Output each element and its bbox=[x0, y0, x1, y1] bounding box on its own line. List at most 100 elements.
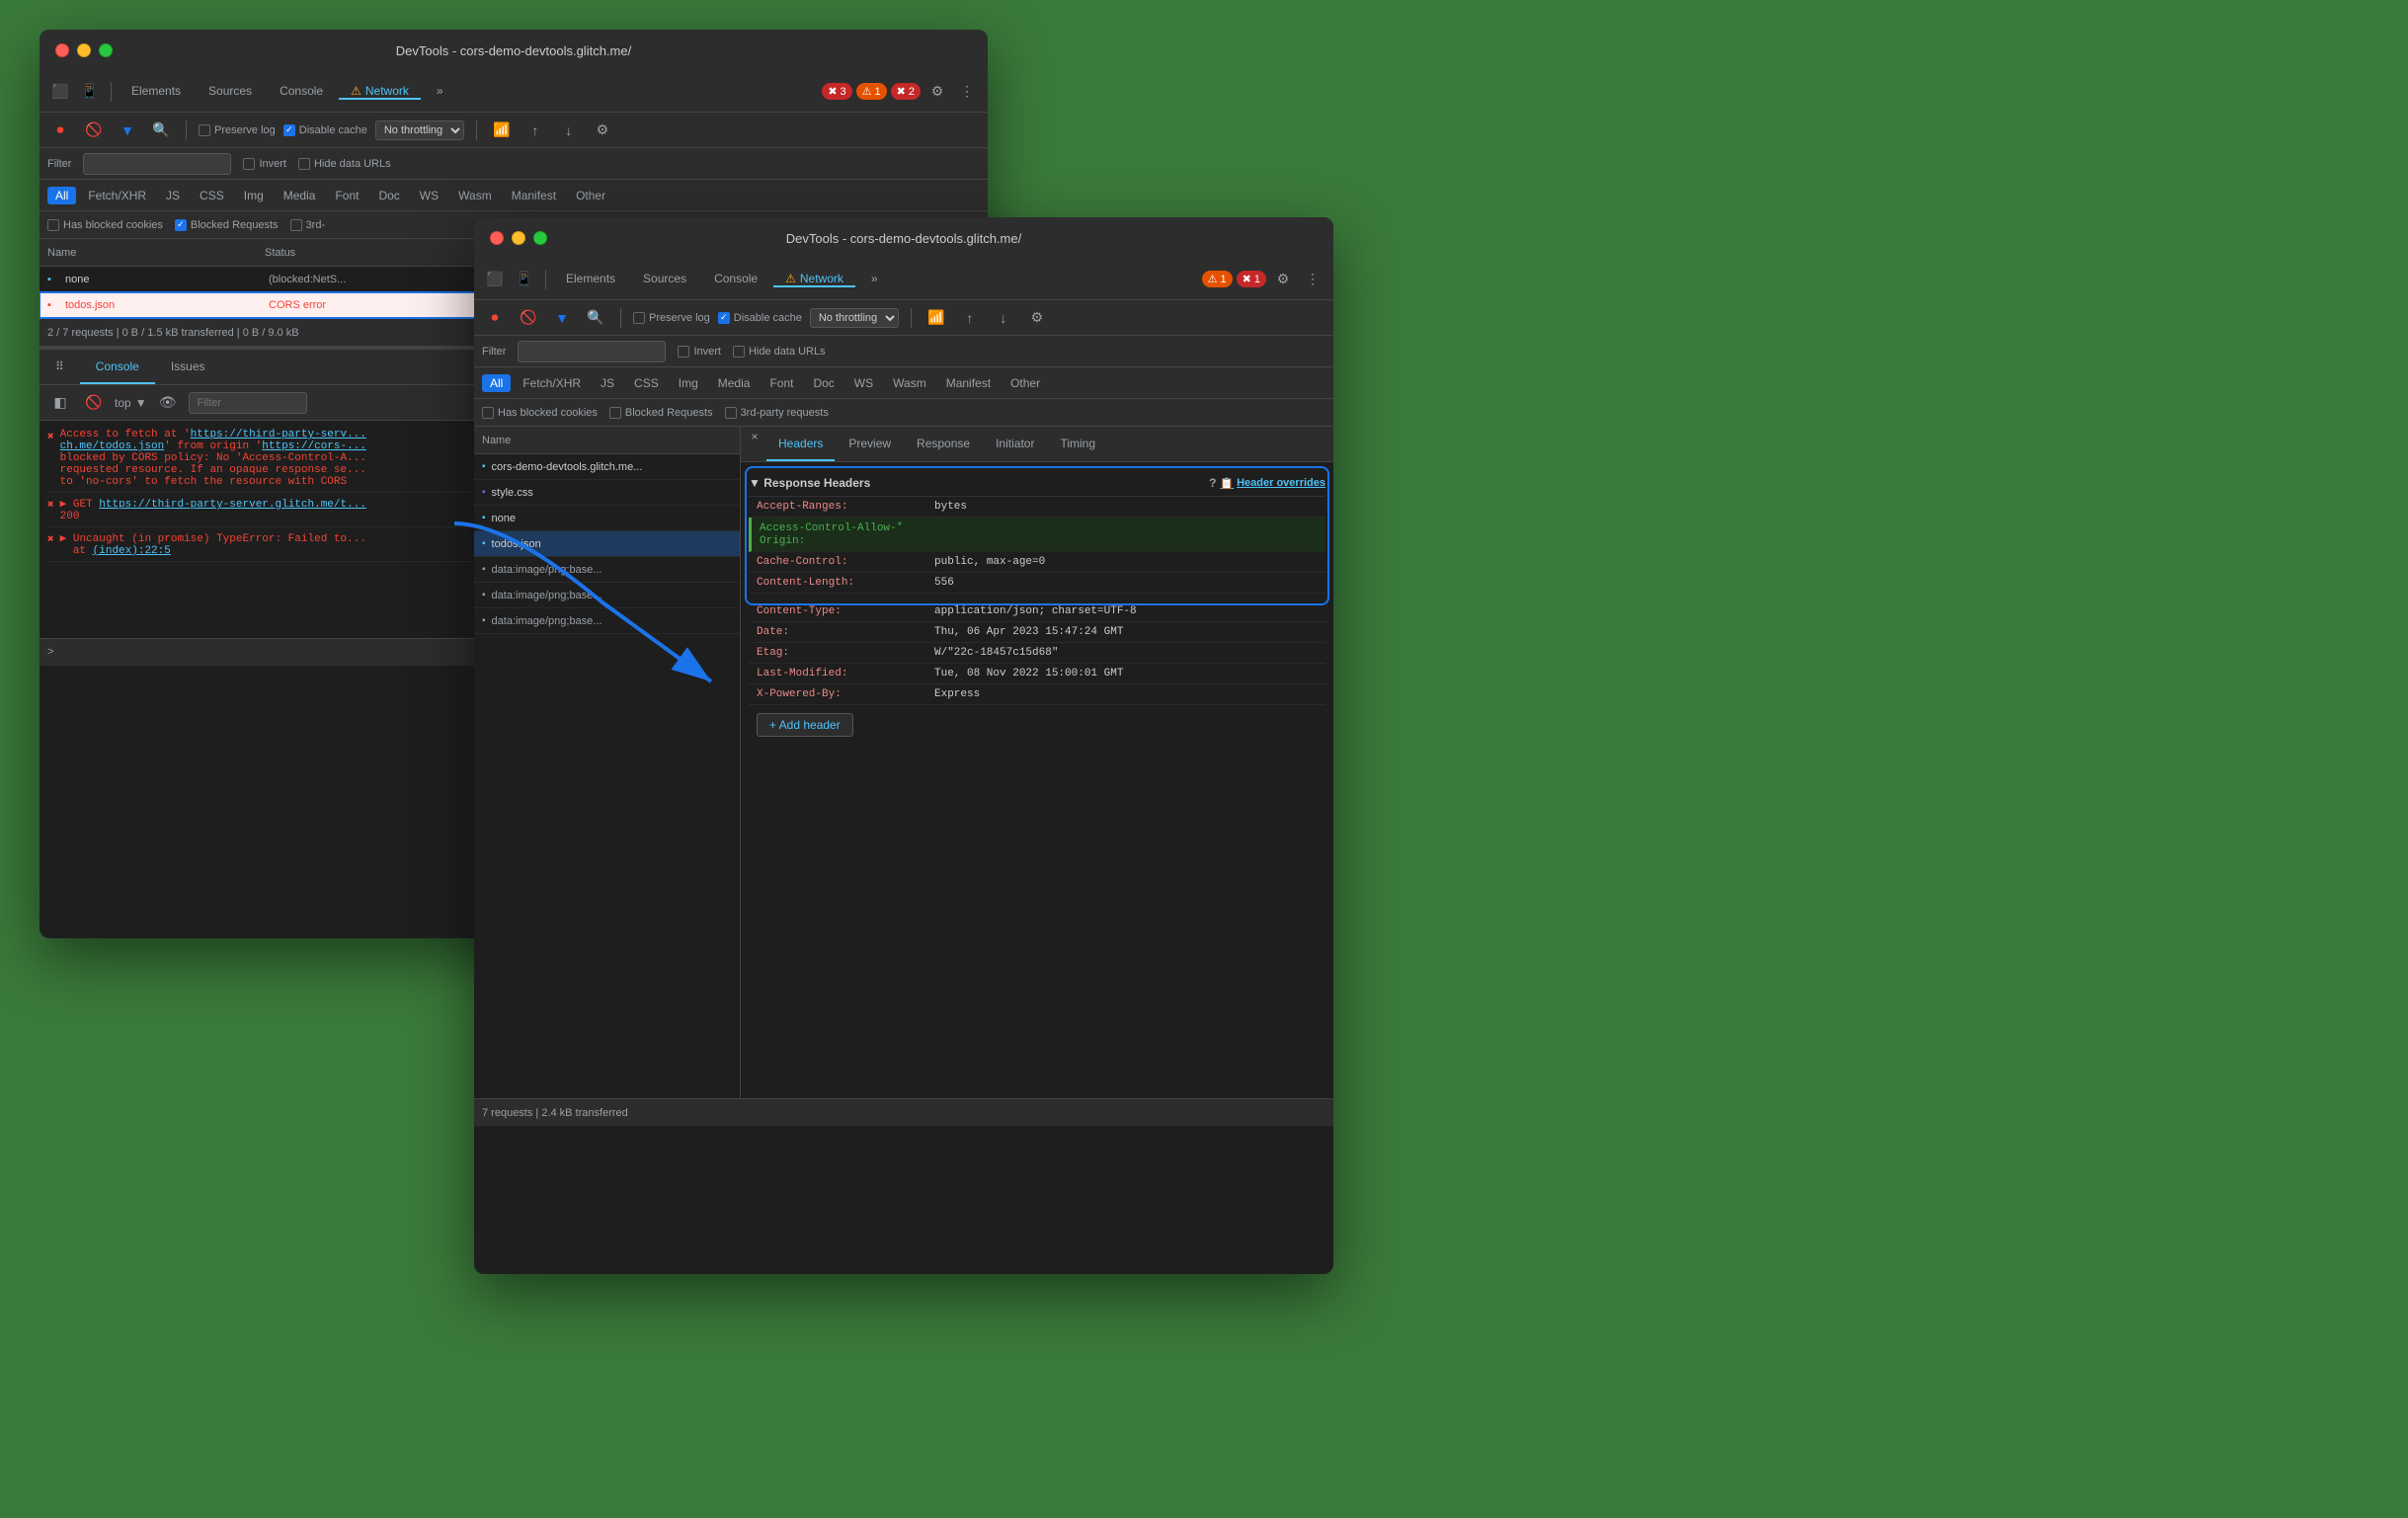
minimize-button-1[interactable] bbox=[77, 43, 91, 57]
settings-icon-2[interactable]: ⚙ bbox=[1270, 267, 1296, 292]
table-row[interactable]: ▪ cors-demo-devtools.glitch.me... bbox=[474, 454, 740, 480]
table-row[interactable]: ▪ data:image/png;base... bbox=[474, 557, 740, 583]
question-icon[interactable]: ? bbox=[1209, 476, 1216, 490]
filter-fetchxhr-2[interactable]: Fetch/XHR bbox=[515, 374, 589, 392]
wifi-icon-2[interactable]: 📶 bbox=[923, 305, 949, 331]
maximize-button-2[interactable] bbox=[533, 231, 547, 245]
context-selector-1[interactable]: top ▼ bbox=[115, 396, 147, 410]
table-row[interactable]: ▪ style.css bbox=[474, 480, 740, 506]
get-link-1[interactable]: https://third-party-server.glitch.me/t..… bbox=[99, 499, 366, 511]
filter-icon-2[interactable]: ▼ bbox=[549, 305, 575, 331]
tab-network-2[interactable]: ⚠ Network bbox=[773, 272, 855, 287]
tab-response[interactable]: Response bbox=[905, 427, 982, 461]
filter-doc-2[interactable]: Doc bbox=[805, 374, 842, 392]
filter-ws-1[interactable]: WS bbox=[412, 187, 446, 204]
upload-icon-1[interactable]: ↑ bbox=[522, 118, 548, 143]
filter-manifest-2[interactable]: Manifest bbox=[938, 374, 999, 392]
header-overrides-link[interactable]: 📋 Header overrides bbox=[1220, 477, 1325, 490]
tab-console-2[interactable]: Console bbox=[702, 272, 769, 287]
cors-link-1[interactable]: https://third-party-serv... bbox=[191, 429, 366, 440]
search-icon-1[interactable]: 🔍 bbox=[148, 118, 174, 143]
has-blocked-checkbox-2[interactable]: Has blocked cookies bbox=[482, 407, 598, 419]
stop-recording-1[interactable]: ⏺ bbox=[47, 118, 73, 143]
tab-sources-2[interactable]: Sources bbox=[631, 272, 698, 287]
blocked-requests-checkbox-1[interactable]: ✓ Blocked Requests bbox=[175, 219, 279, 231]
import-settings-2[interactable]: ⚙ bbox=[1024, 305, 1050, 331]
tab-console-1[interactable]: Console bbox=[268, 84, 335, 100]
tab-headers[interactable]: Headers bbox=[766, 427, 835, 461]
console-eye-icon-1[interactable]: 👁 bbox=[155, 390, 181, 416]
filter-icon-1[interactable]: ▼ bbox=[115, 118, 140, 143]
disable-cache-checkbox-2[interactable]: ✓ Disable cache bbox=[718, 312, 802, 324]
console-sidebar-icon-1[interactable]: ◧ bbox=[47, 390, 73, 416]
filter-doc-1[interactable]: Doc bbox=[370, 187, 407, 204]
minimize-button-2[interactable] bbox=[512, 231, 525, 245]
filter-img-2[interactable]: Img bbox=[671, 374, 706, 392]
download-icon-1[interactable]: ↓ bbox=[556, 118, 582, 143]
close-button-1[interactable] bbox=[55, 43, 69, 57]
filter-input-1[interactable] bbox=[83, 153, 231, 175]
tab-initiator[interactable]: Initiator bbox=[984, 427, 1046, 461]
has-blocked-checkbox-1[interactable]: Has blocked cookies bbox=[47, 219, 163, 231]
console-clear-icon-1[interactable]: 🚫 bbox=[81, 390, 107, 416]
upload-icon-2[interactable]: ↑ bbox=[957, 305, 983, 331]
third-party-checkbox-1[interactable]: 3rd- bbox=[290, 219, 326, 231]
filter-wasm-1[interactable]: Wasm bbox=[450, 187, 500, 204]
tab-preview[interactable]: Preview bbox=[837, 427, 903, 461]
tab-console-panel-1[interactable]: Console bbox=[80, 350, 155, 384]
mobile-icon-2[interactable]: 📱 bbox=[512, 267, 537, 292]
settings-icon-1[interactable]: ⚙ bbox=[924, 79, 950, 105]
disable-cache-checkbox-1[interactable]: ✓ Disable cache bbox=[283, 124, 367, 136]
hide-data-checkbox-2[interactable]: Hide data URLs bbox=[733, 346, 826, 358]
filter-font-2[interactable]: Font bbox=[762, 374, 801, 392]
cursor-icon[interactable]: ⬛ bbox=[47, 79, 73, 105]
filter-css-2[interactable]: CSS bbox=[626, 374, 667, 392]
wifi-icon-1[interactable]: 📶 bbox=[489, 118, 515, 143]
filter-manifest-1[interactable]: Manifest bbox=[504, 187, 564, 204]
cursor-icon-2[interactable]: ⬛ bbox=[482, 267, 508, 292]
download-icon-2[interactable]: ↓ bbox=[991, 305, 1016, 331]
filter-css-1[interactable]: CSS bbox=[192, 187, 232, 204]
filter-js-1[interactable]: JS bbox=[158, 187, 188, 204]
more-icon-2[interactable]: ⋮ bbox=[1300, 267, 1325, 292]
search-icon-2[interactable]: 🔍 bbox=[583, 305, 608, 331]
filter-media-2[interactable]: Media bbox=[710, 374, 759, 392]
filter-other-2[interactable]: Other bbox=[1003, 374, 1048, 392]
table-row[interactable]: ▪ none bbox=[474, 506, 740, 531]
throttle-select-2[interactable]: No throttling bbox=[810, 308, 899, 328]
filter-media-1[interactable]: Media bbox=[276, 187, 324, 204]
filter-all-2[interactable]: All bbox=[482, 374, 511, 392]
tab-network-1[interactable]: ⚠ Network bbox=[339, 84, 421, 100]
console-filter-input-1[interactable] bbox=[189, 392, 307, 414]
clear-1[interactable]: 🚫 bbox=[81, 118, 107, 143]
table-row[interactable]: ▪ data:image/png;base... bbox=[474, 583, 740, 608]
filter-all-1[interactable]: All bbox=[47, 187, 76, 204]
clear-2[interactable]: 🚫 bbox=[516, 305, 541, 331]
more-icon-1[interactable]: ⋮ bbox=[954, 79, 980, 105]
filter-wasm-2[interactable]: Wasm bbox=[885, 374, 934, 392]
hide-data-checkbox-1[interactable]: Hide data URLs bbox=[298, 158, 391, 170]
table-row[interactable]: ▪ data:image/png;base... bbox=[474, 608, 740, 634]
filter-input-2[interactable] bbox=[518, 341, 666, 362]
filter-fetchxhr-1[interactable]: Fetch/XHR bbox=[80, 187, 154, 204]
preserve-log-checkbox-2[interactable]: Preserve log bbox=[633, 312, 710, 324]
cors-link-3[interactable]: https://cors-... bbox=[262, 440, 366, 452]
third-party-checkbox-2[interactable]: 3rd-party requests bbox=[725, 407, 829, 419]
cors-link-2[interactable]: ch.me/todos.json bbox=[60, 440, 165, 452]
tab-elements-2[interactable]: Elements bbox=[554, 272, 627, 287]
filter-js-2[interactable]: JS bbox=[593, 374, 622, 392]
table-row[interactable]: ▪ todos.json bbox=[474, 531, 740, 557]
invert-checkbox-1[interactable]: Invert bbox=[243, 158, 286, 170]
filter-ws-2[interactable]: WS bbox=[846, 374, 881, 392]
close-button-2[interactable] bbox=[490, 231, 504, 245]
tab-sources-1[interactable]: Sources bbox=[197, 84, 264, 100]
close-panel-btn[interactable]: × bbox=[745, 427, 764, 446]
drag-handle-1[interactable]: ⠿ bbox=[40, 350, 80, 384]
stop-recording-2[interactable]: ⏺ bbox=[482, 305, 508, 331]
tab-elements-1[interactable]: Elements bbox=[120, 84, 193, 100]
mobile-icon[interactable]: 📱 bbox=[77, 79, 103, 105]
tab-issues-1[interactable]: Issues bbox=[155, 350, 221, 384]
invert-checkbox-2[interactable]: Invert bbox=[678, 346, 721, 358]
blocked-requests-checkbox-2[interactable]: Blocked Requests bbox=[609, 407, 713, 419]
throttle-select-1[interactable]: No throttling bbox=[375, 120, 464, 140]
